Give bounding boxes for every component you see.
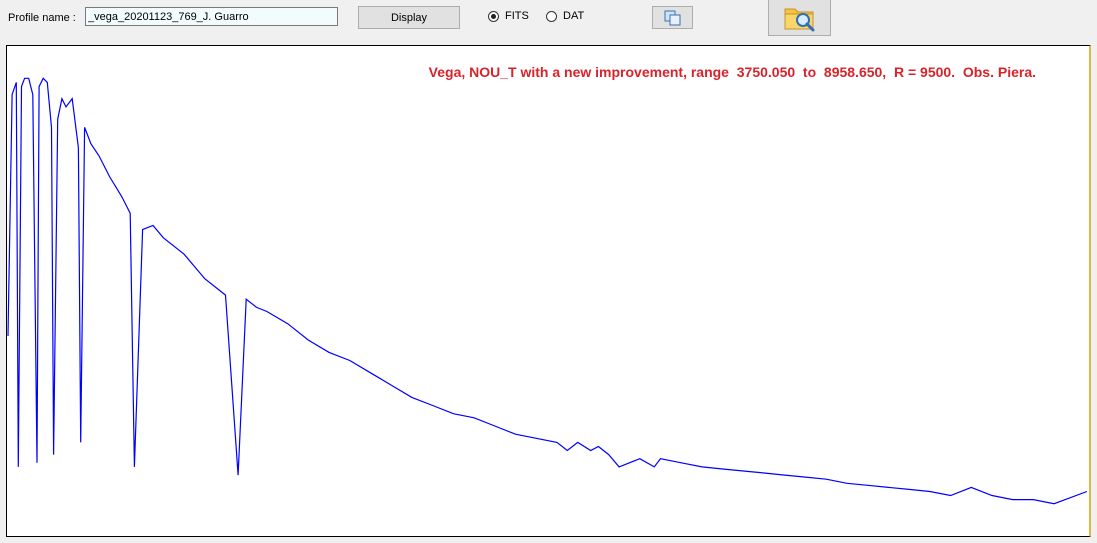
spectrum-chart [7,77,1088,505]
dat-radio-dot[interactable] [546,10,557,22]
folder-search-icon [784,8,814,31]
copy-button[interactable] [652,6,693,29]
spectrum-plot[interactable]: Vega, NOU_T with a new improvement, rang… [6,45,1091,537]
open-file-button[interactable] [768,0,831,36]
dat-radio-label: DAT [563,10,585,22]
display-button[interactable]: Display [358,6,460,29]
fits-radio[interactable]: FITS [488,10,529,22]
fits-radio-label: FITS [505,10,529,22]
profile-name-label: Profile name : [8,12,76,24]
profile-name-input[interactable] [85,7,338,26]
fits-radio-dot[interactable] [488,10,499,22]
toolbar: Profile name : Display FITS DAT [0,0,1097,40]
copy-icon [664,10,680,25]
spectrum-line [7,77,1088,505]
plot-title: Vega, NOU_T with a new improvement, rang… [428,64,1036,80]
dat-radio[interactable]: DAT [546,10,584,22]
